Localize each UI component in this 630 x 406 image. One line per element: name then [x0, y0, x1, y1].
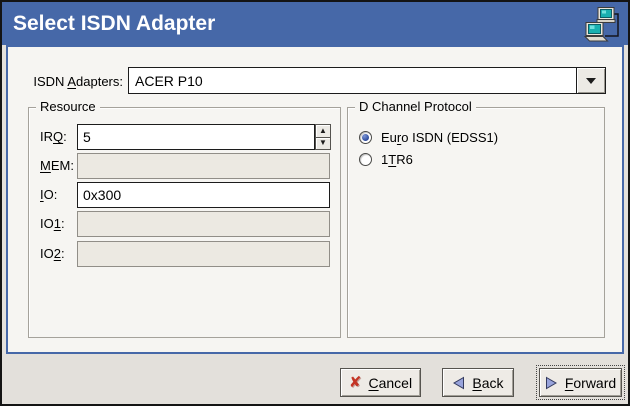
io-input[interactable]: [77, 182, 330, 208]
label-text: R6: [396, 152, 413, 167]
radio-euro-isdn[interactable]: Euro ISDN (EDSS1): [359, 129, 498, 145]
resource-group-title: Resource: [36, 99, 100, 114]
network-computers-icon: [583, 5, 621, 43]
isdn-adapters-label: ISDN Adapters:: [8, 74, 123, 89]
radio-selected-icon[interactable]: [359, 131, 372, 144]
label-text: IO: [40, 216, 54, 231]
cancel-x-icon: ✘: [349, 375, 362, 390]
radio-1tr6-label[interactable]: 1TR6: [381, 152, 413, 167]
combobox-value[interactable]: ACER P10: [129, 68, 576, 93]
label-text: IR: [40, 129, 53, 144]
chevron-down-icon: [586, 78, 596, 84]
io2-input: [77, 241, 330, 267]
label-mnemonic: A: [67, 74, 76, 89]
io1-input: [77, 211, 330, 237]
radio-dot: [362, 134, 369, 141]
irq-input[interactable]: [77, 124, 315, 150]
label-text: dapters:: [76, 74, 123, 89]
back-button[interactable]: Back: [442, 368, 514, 397]
dialog-title: Select ISDN Adapter: [2, 12, 215, 36]
label-mnemonic: 2: [54, 246, 61, 261]
forward-button-label: Forward: [565, 375, 616, 391]
label-mnemonic: M: [40, 158, 51, 173]
forward-button[interactable]: Forward: [539, 368, 622, 397]
resource-groupbox: Resource IRQ: ▲ ▼ MEM: IO: IO1:: [28, 107, 341, 338]
combobox-dropdown-button[interactable]: [576, 68, 605, 93]
spin-down-button[interactable]: ▼: [315, 138, 331, 151]
label-text: EM:: [51, 158, 74, 173]
label-mnemonic: T: [388, 152, 396, 167]
mem-label: MEM:: [40, 158, 74, 173]
label-mnemonic: C: [368, 375, 378, 391]
irq-label: IRQ:: [40, 129, 67, 144]
dchannel-group-title: D Channel Protocol: [355, 99, 476, 114]
back-button-label: Back: [472, 375, 503, 391]
label-text: :: [63, 129, 67, 144]
arrow-down-icon: ▼: [319, 139, 327, 147]
io-label: IO:: [40, 187, 57, 202]
irq-spinner: ▲ ▼: [315, 124, 331, 150]
radio-unselected-icon[interactable]: [359, 153, 372, 166]
label-text: ack: [482, 375, 504, 391]
radio-euro-isdn-label[interactable]: Euro ISDN (EDSS1): [381, 130, 498, 145]
label-text: O:: [44, 187, 58, 202]
label-mnemonic: 1: [54, 216, 61, 231]
irq-row: IRQ: ▲ ▼: [29, 124, 340, 150]
dialog-titlebar: Select ISDN Adapter: [2, 2, 628, 45]
io-row: IO:: [29, 182, 340, 208]
io1-row: IO1:: [29, 211, 340, 237]
content-panel: ISDN Adapters: ACER P10 Resource IRQ: ▲ …: [6, 45, 624, 354]
label-text: :: [61, 246, 65, 261]
radio-1tr6[interactable]: 1TR6: [359, 151, 413, 167]
io2-row: IO2:: [29, 241, 340, 267]
arrow-right-icon: [545, 376, 558, 390]
label-mnemonic: B: [472, 375, 481, 391]
label-text: ancel: [379, 375, 412, 391]
arrow-left-icon: [452, 376, 465, 390]
cancel-button-label: Cancel: [368, 375, 412, 391]
spin-up-button[interactable]: ▲: [315, 124, 331, 138]
mem-input: [77, 153, 330, 179]
label-text: orward: [573, 375, 616, 391]
label-text: :: [61, 216, 65, 231]
dchannel-protocol-groupbox: D Channel Protocol Euro ISDN (EDSS1) 1TR…: [347, 107, 605, 338]
label-text: Eu: [381, 130, 397, 145]
isdn-adapter-dialog: Select ISDN Adapter ISDN Adapters: ACER …: [0, 0, 630, 406]
mem-row: MEM:: [29, 153, 340, 179]
label-text: o ISDN (EDSS1): [401, 130, 498, 145]
label-text: IO: [40, 246, 54, 261]
label-mnemonic: Q: [53, 129, 63, 144]
cancel-button[interactable]: ✘ Cancel: [340, 368, 421, 397]
io1-label: IO1:: [40, 216, 65, 231]
isdn-adapters-combobox[interactable]: ACER P10: [128, 67, 606, 94]
label-text: ISDN: [33, 74, 67, 89]
arrow-up-icon: ▲: [319, 127, 327, 135]
io2-label: IO2:: [40, 246, 65, 261]
